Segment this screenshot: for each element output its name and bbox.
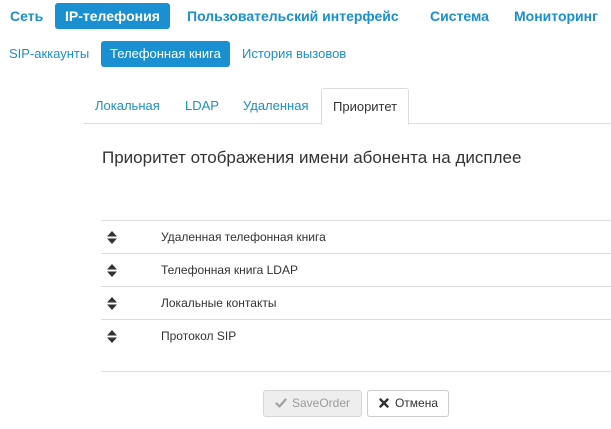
tab-priority[interactable]: Приоритет [321,88,410,125]
top-nav-item-ip-telephony[interactable]: IP-телефония [55,3,170,29]
list-item[interactable]: Удаленная телефонная книга [101,221,611,254]
list-item[interactable]: Телефонная книга LDAP [101,254,611,287]
list-item-label: Удаленная телефонная книга [161,230,326,244]
cancel-button[interactable]: Отмена [367,390,449,417]
top-nav: Сеть IP-телефония Пользовательский интер… [0,3,611,29]
sub-nav: SIP-аккаунты Телефонная книга История вы… [0,41,611,67]
sub-nav-item-phonebook[interactable]: Телефонная книга [101,41,230,67]
top-nav-item-user-interface[interactable]: Пользовательский интерфейс [177,3,409,29]
list-item[interactable]: Протокол SIP [101,320,611,353]
save-order-label: SaveOrder [291,396,351,410]
check-icon [275,398,287,408]
tab-local[interactable]: Локальная [84,88,171,124]
sort-icon[interactable] [107,297,117,310]
cancel-label: Отмена [394,396,439,410]
sub-nav-item-call-history[interactable]: История вызовов [233,41,355,67]
tab-ldap[interactable]: LDAP [174,88,230,124]
divider [101,371,611,372]
page-title: Приоритет отображения имени абонента на … [102,148,522,167]
priority-list: Удаленная телефонная книга Телефонная кн… [101,220,611,353]
sort-icon[interactable] [107,330,117,343]
sort-icon[interactable] [107,264,117,277]
sort-icon[interactable] [107,231,117,244]
close-icon [379,398,389,408]
sub-nav-item-sip-accounts[interactable]: SIP-аккаунты [0,41,98,67]
top-nav-item-system[interactable]: Система [420,3,499,29]
tab-remote[interactable]: Удаленная [232,88,320,124]
list-item-label: Телефонная книга LDAP [161,263,298,277]
save-order-button[interactable]: SaveOrder [263,390,362,417]
list-item[interactable]: Локальные контакты [101,287,611,320]
top-nav-item-monitoring[interactable]: Мониторинг [504,3,608,29]
list-item-label: Протокол SIP [161,329,237,343]
list-item-label: Локальные контакты [161,296,277,310]
top-nav-item-network[interactable]: Сеть [0,3,53,29]
phonebook-tabs: Локальная LDAP Удаленная Приоритет [84,88,611,125]
